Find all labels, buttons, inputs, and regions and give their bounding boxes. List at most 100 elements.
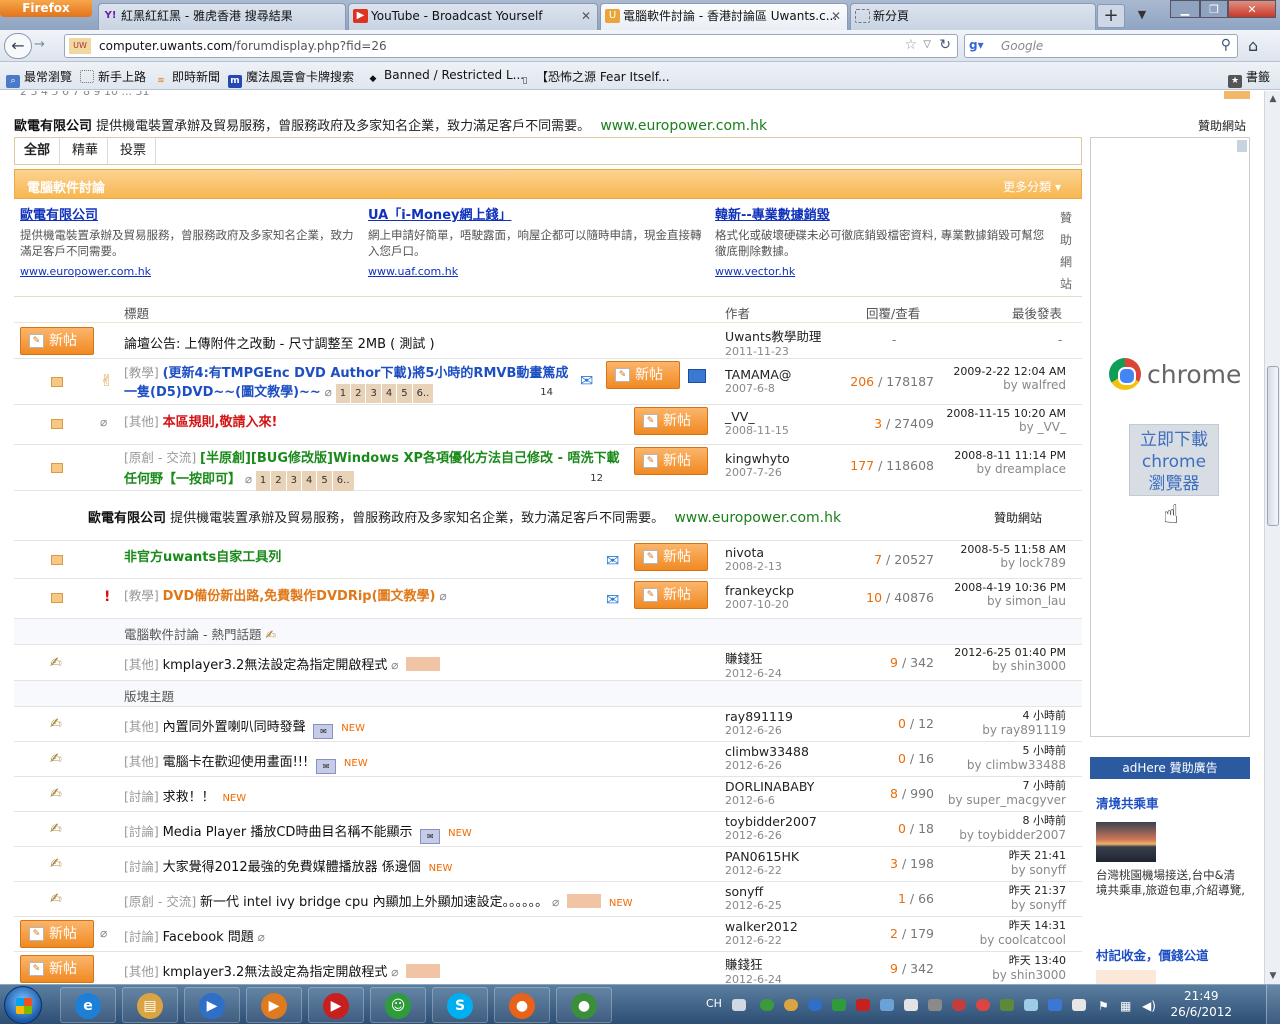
- bookmark-star-icon[interactable]: ☆: [904, 37, 917, 53]
- vertical-scrollbar[interactable]: ▲ ▼: [1264, 91, 1280, 984]
- new-post-button[interactable]: ✎ 新帖: [634, 581, 708, 609]
- bookmarks-menu-button[interactable]: ★ 書籤: [1227, 68, 1270, 88]
- taskbar-media-center-button[interactable]: ▶: [246, 987, 302, 1023]
- close-icon[interactable]: ✕: [581, 4, 591, 28]
- mid-ad[interactable]: 歐電有限公司 提供機電裝置承辦及貿易服務，曾服務政府及多家知名企業，致力滿足客戶…: [88, 507, 841, 526]
- taskbar-kmplayer-button[interactable]: ▶: [308, 987, 364, 1023]
- thread-title[interactable]: [其他] 內置同外置喇叭同時發聲 ✉ NEW: [124, 716, 365, 739]
- adhere-ad-item[interactable]: 清境共乘車 台灣桃園機場接送,台中&清境共乘車,旅遊包車,介紹導覽,: [1096, 793, 1246, 898]
- thread-last-post[interactable]: 昨天 13:40 by shin3000: [992, 952, 1066, 982]
- tab-all[interactable]: 全部: [15, 138, 61, 164]
- thread-title[interactable]: [教學] DVD備份新出路,免費製作DVDRip(圖文教學) ⌀: [124, 585, 447, 604]
- thread-last-post[interactable]: 昨天 14:31 by coolcatcool: [980, 917, 1066, 947]
- taskbar-firefox-button[interactable]: ●: [494, 987, 550, 1023]
- tray-app-icon[interactable]: [904, 999, 918, 1011]
- taskbar-explorer-button[interactable]: ▤: [122, 987, 178, 1023]
- new-post-button[interactable]: ✎ 新帖: [20, 327, 94, 355]
- thread-title[interactable]: [其他] 本區規則,敬請入來!: [124, 411, 277, 430]
- rss-icon[interactable]: ✉: [580, 371, 593, 390]
- new-post-button[interactable]: ✎ 新帖: [634, 407, 708, 435]
- tab-uwants[interactable]: U 電腦軟件討論 - 香港討論區 Uwants.c... ✕: [600, 3, 848, 30]
- language-indicator[interactable]: CH: [706, 997, 722, 1010]
- thread-author[interactable]: _VV_ 2008-11-15: [725, 409, 789, 437]
- tab-list-icon[interactable]: ▼: [1128, 4, 1156, 28]
- taskbar-skype-button[interactable]: S: [432, 987, 488, 1023]
- volume-icon[interactable]: ◀): [1142, 999, 1156, 1013]
- thread-status-icon[interactable]: ✍: [50, 786, 62, 802]
- thread-author[interactable]: 賺錢狂 2012-6-24: [725, 648, 782, 680]
- chrome-ad-banner[interactable]: chrome 立即下載 chrome 瀏覽器 ☝: [1090, 137, 1250, 737]
- rss-icon[interactable]: ✉: [606, 551, 619, 570]
- thread-status-icon[interactable]: ✍: [50, 891, 62, 907]
- tray-app-icon[interactable]: [784, 999, 798, 1011]
- adhere-ad-title[interactable]: 村記收金，價錢公道: [1096, 945, 1246, 964]
- thread-author[interactable]: sonyff 2012-6-25: [725, 884, 782, 912]
- new-post-button[interactable]: ✎ 新帖: [20, 920, 94, 948]
- thread-author[interactable]: kingwhyto 2007-7-26: [725, 451, 790, 479]
- tray-app-icon[interactable]: [856, 999, 870, 1011]
- url-bar[interactable]: UW computer.uwants.com/forumdisplay.php?…: [64, 34, 958, 58]
- home-icon[interactable]: ⌂: [1248, 36, 1258, 55]
- thread-last-post[interactable]: 2009-2-22 12:04 AM by walfred: [953, 365, 1066, 392]
- adchoices-icon[interactable]: [1237, 140, 1247, 152]
- bookmark-getting-started[interactable]: 新手上路: [80, 68, 146, 85]
- thread-last-post[interactable]: 4 小時前 by ray891119: [982, 707, 1066, 737]
- taskbar-messenger-button[interactable]: ☺: [370, 987, 426, 1023]
- hot-thread-icon[interactable]: ✍: [50, 655, 62, 671]
- tray-app-icon[interactable]: [976, 999, 990, 1011]
- text-ad-title[interactable]: 歐電有限公司: [20, 204, 358, 223]
- text-ad-title[interactable]: UA「i-Money網上錢」: [368, 204, 706, 223]
- folder-icon[interactable]: [51, 377, 63, 387]
- adhere-ad-title[interactable]: 清境共乘車: [1096, 793, 1246, 812]
- taskbar-ie-button[interactable]: e: [60, 987, 116, 1023]
- new-post-button[interactable]: ✎ 新帖: [606, 361, 680, 389]
- new-post-button[interactable]: ✎ 新帖: [20, 955, 94, 983]
- tab-youtube[interactable]: ▶ YouTube - Broadcast Yourself ✕: [348, 3, 598, 30]
- maximize-button[interactable]: ❐: [1200, 0, 1228, 18]
- network-icon[interactable]: ▦: [1120, 999, 1134, 1013]
- thumbnail-image[interactable]: [406, 657, 441, 671]
- thread-last-post[interactable]: 2008-4-19 10:36 PM by simon_lau: [954, 581, 1066, 608]
- search-icon[interactable]: ⚲: [1221, 37, 1231, 53]
- thread-title[interactable]: [討論] Media Player 播放CD時曲目名稱不能顯示 ✉ NEW: [124, 821, 472, 844]
- folder-icon[interactable]: [51, 555, 63, 565]
- scroll-down-arrow-icon[interactable]: ▼: [1265, 968, 1280, 984]
- adhere-ad-item[interactable]: 村記收金，價錢公道: [1096, 945, 1246, 984]
- thread-title[interactable]: [討論] 求救！！ NEW: [124, 786, 246, 805]
- new-tab-button[interactable]: +: [1097, 4, 1125, 28]
- thread-pages[interactable]: 1 2 3 4 5 6.. 12: [255, 471, 603, 491]
- tab-new[interactable]: 新分頁: [850, 3, 1096, 30]
- thread-last-post[interactable]: 2012-6-25 01:40 PM by shin3000: [954, 646, 1066, 673]
- scroll-up-arrow-icon[interactable]: ▲: [1265, 91, 1280, 107]
- tray-app-icon[interactable]: [808, 999, 822, 1011]
- flag-icon[interactable]: ⚑: [1098, 999, 1112, 1013]
- keyboard-icon[interactable]: [732, 999, 746, 1011]
- thread-title[interactable]: [其他] kmplayer3.2無法設定為指定開啟程式 ⌀: [124, 654, 441, 673]
- search-input[interactable]: g▾ Google ⚲: [964, 34, 1238, 58]
- tab-poll[interactable]: 投票: [111, 138, 157, 164]
- site-identity-icon[interactable]: UW: [69, 38, 91, 54]
- bookmark-news[interactable]: ≋ 即時新聞: [154, 68, 220, 88]
- thread-title[interactable]: [其他] kmplayer3.2無法設定為指定開啟程式 ⌀: [124, 961, 441, 980]
- thread-status-icon[interactable]: ✍: [50, 821, 62, 837]
- thread-last-post[interactable]: 昨天 21:37 by sonyff: [1009, 882, 1066, 912]
- new-post-button[interactable]: ✎ 新帖: [634, 543, 708, 571]
- text-ad-url[interactable]: www.vector.hk: [715, 265, 1053, 278]
- thread-author[interactable]: nivota 2008-2-13: [725, 545, 782, 573]
- thread-title[interactable]: [討論] Facebook 問題 ⌀: [124, 926, 265, 945]
- minimize-button[interactable]: ▁: [1170, 0, 1200, 18]
- show-desktop-button[interactable]: [1266, 985, 1280, 1025]
- tray-app-icon[interactable]: [1048, 999, 1062, 1011]
- thread-author[interactable]: 賺錢狂 2012-6-24: [725, 954, 782, 984]
- thread-last-post[interactable]: 2008-8-11 11:14 PM by dreamplace: [954, 449, 1066, 476]
- firefox-menu-button[interactable]: Firefox: [0, 0, 92, 17]
- text-ad-url[interactable]: www.europower.com.hk: [20, 265, 358, 278]
- thread-author[interactable]: toybidder2007 2012-6-26: [725, 814, 817, 842]
- thread-title[interactable]: [教學] (更新4:有TMPGEnc DVD Author下載)將5小時的RMV…: [124, 363, 574, 403]
- thread-last-post[interactable]: 8 小時前 by toybidder2007: [959, 812, 1066, 842]
- start-button[interactable]: [4, 986, 42, 1024]
- text-ad-europower[interactable]: 歐電有限公司 提供機電裝置承辦及貿易服務，曾服務政府及多家知名企業，致力滿足客戶…: [20, 204, 358, 278]
- thread-pages[interactable]: 1 2 3 4 5 6.. 14: [335, 384, 553, 403]
- tray-app-icon[interactable]: [1072, 999, 1086, 1011]
- scrollbar-thumb[interactable]: [1267, 366, 1279, 526]
